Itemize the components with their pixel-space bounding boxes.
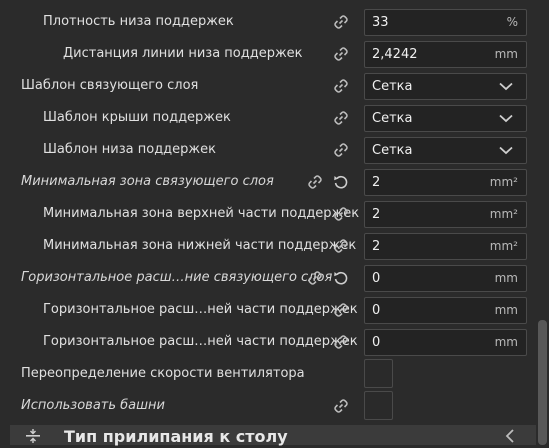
field-unit: mm² bbox=[489, 207, 518, 221]
chevron-down-icon bbox=[499, 146, 513, 155]
field-value: 2,4242 bbox=[372, 47, 418, 62]
chevron-down-icon bbox=[499, 114, 513, 123]
reset-icon[interactable] bbox=[333, 270, 349, 286]
setting-label: Горизонтальное расш…ней части поддержек bbox=[43, 334, 358, 349]
link-icon[interactable] bbox=[307, 270, 323, 286]
field-unit: mm bbox=[494, 303, 518, 317]
setting-row-support-bottom-line-distance: Дистанция линии низа поддержек 2,4242 mm bbox=[0, 38, 536, 70]
link-icon[interactable] bbox=[333, 398, 349, 414]
field-unit: % bbox=[506, 15, 518, 29]
link-icon[interactable] bbox=[333, 206, 349, 222]
setting-label: Минимальная зона связующего слоя bbox=[21, 174, 274, 189]
link-icon[interactable] bbox=[333, 110, 349, 126]
min-support-bottom-area-input[interactable]: 2 mm² bbox=[364, 233, 527, 260]
field-value: 0 bbox=[372, 271, 381, 286]
dropdown-value: Сетка bbox=[372, 143, 413, 158]
setting-row-use-towers: Использовать башни bbox=[0, 390, 536, 422]
field-unit: mm² bbox=[489, 175, 518, 189]
use-towers-checkbox[interactable] bbox=[364, 391, 393, 420]
setting-row-interface-horizontal-expansion: Горизонтальное расш…ние связующего слоя … bbox=[0, 262, 536, 294]
scrollbar-thumb[interactable] bbox=[538, 320, 547, 445]
setting-row-interface-pattern: Шаблон связующего слоя Сетка bbox=[0, 70, 536, 102]
bottom-horizontal-expansion-input[interactable]: 0 mm bbox=[364, 329, 527, 356]
field-value: 0 bbox=[372, 303, 381, 318]
link-icon[interactable] bbox=[333, 46, 349, 62]
support-bottom-line-distance-input[interactable]: 2,4242 mm bbox=[364, 41, 527, 68]
min-interface-area-input[interactable]: 2 mm² bbox=[364, 169, 527, 196]
setting-label: Минимальная зона нижней части поддержек bbox=[43, 238, 357, 253]
reset-icon[interactable] bbox=[333, 174, 349, 190]
field-value: 33 bbox=[372, 15, 389, 30]
field-unit: mm² bbox=[489, 239, 518, 253]
setting-row-roof-horizontal-expansion: Горизонтальное расш…ней части поддержек … bbox=[0, 294, 536, 326]
chevron-left-icon[interactable] bbox=[505, 429, 515, 443]
fan-speed-override-checkbox[interactable] bbox=[364, 359, 393, 388]
link-icon[interactable] bbox=[333, 78, 349, 94]
adhesion-icon bbox=[26, 429, 40, 443]
link-icon[interactable] bbox=[333, 142, 349, 158]
setting-label: Использовать башни bbox=[21, 398, 165, 413]
field-value: 0 bbox=[372, 335, 381, 350]
link-icon[interactable] bbox=[333, 238, 349, 254]
setting-label: Горизонтальное расш…ней части поддержек bbox=[43, 302, 358, 317]
field-unit: mm bbox=[494, 47, 518, 61]
setting-row-min-interface-area: Минимальная зона связующего слоя 2 mm² bbox=[0, 166, 536, 198]
setting-row-support-bottom-density: Плотность низа поддержек 33 % bbox=[0, 6, 536, 38]
chevron-down-icon bbox=[499, 82, 513, 91]
setting-row-support-bottom-pattern: Шаблон низа поддержек Сетка bbox=[0, 134, 536, 166]
setting-label: Минимальная зона верхней части поддержек bbox=[43, 206, 360, 221]
link-icon[interactable] bbox=[307, 174, 323, 190]
interface-pattern-dropdown[interactable]: Сетка bbox=[364, 73, 527, 100]
setting-row-support-roof-pattern: Шаблон крыши поддержек Сетка bbox=[0, 102, 536, 134]
section-header-build-plate-adhesion[interactable]: Тип прилипания к столу bbox=[10, 425, 536, 446]
setting-label: Переопределение скорости вентилятора bbox=[21, 366, 305, 381]
support-roof-pattern-dropdown[interactable]: Сетка bbox=[364, 105, 527, 132]
field-value: 2 bbox=[372, 175, 381, 190]
field-value: 2 bbox=[372, 207, 381, 222]
min-support-roof-area-input[interactable]: 2 mm² bbox=[364, 201, 527, 228]
link-icon[interactable] bbox=[333, 302, 349, 318]
roof-horizontal-expansion-input[interactable]: 0 mm bbox=[364, 297, 527, 324]
setting-row-min-support-bottom-area: Минимальная зона нижней части поддержек … bbox=[0, 230, 536, 262]
setting-label: Дистанция линии низа поддержек bbox=[63, 46, 303, 61]
dropdown-value: Сетка bbox=[372, 111, 413, 126]
dropdown-value: Сетка bbox=[372, 79, 413, 94]
setting-label: Шаблон связующего слоя bbox=[21, 78, 199, 93]
support-bottom-pattern-dropdown[interactable]: Сетка bbox=[364, 137, 527, 164]
setting-row-min-support-roof-area: Минимальная зона верхней части поддержек… bbox=[0, 198, 536, 230]
setting-label: Плотность низа поддержек bbox=[43, 14, 234, 29]
link-icon[interactable] bbox=[333, 14, 349, 30]
field-unit: mm bbox=[494, 335, 518, 349]
field-value: 2 bbox=[372, 239, 381, 254]
setting-row-bottom-horizontal-expansion: Горизонтальное расш…ней части поддержек … bbox=[0, 326, 536, 358]
setting-label: Шаблон крыши поддержек bbox=[43, 110, 231, 125]
field-unit: mm bbox=[494, 271, 518, 285]
interface-horizontal-expansion-input[interactable]: 0 mm bbox=[364, 265, 527, 292]
setting-label: Горизонтальное расш…ние связующего слоя bbox=[21, 270, 333, 285]
support-bottom-density-input[interactable]: 33 % bbox=[364, 9, 527, 36]
setting-row-fan-speed-override: Переопределение скорости вентилятора bbox=[0, 358, 536, 390]
setting-label: Шаблон низа поддержек bbox=[43, 142, 216, 157]
link-icon[interactable] bbox=[333, 334, 349, 350]
